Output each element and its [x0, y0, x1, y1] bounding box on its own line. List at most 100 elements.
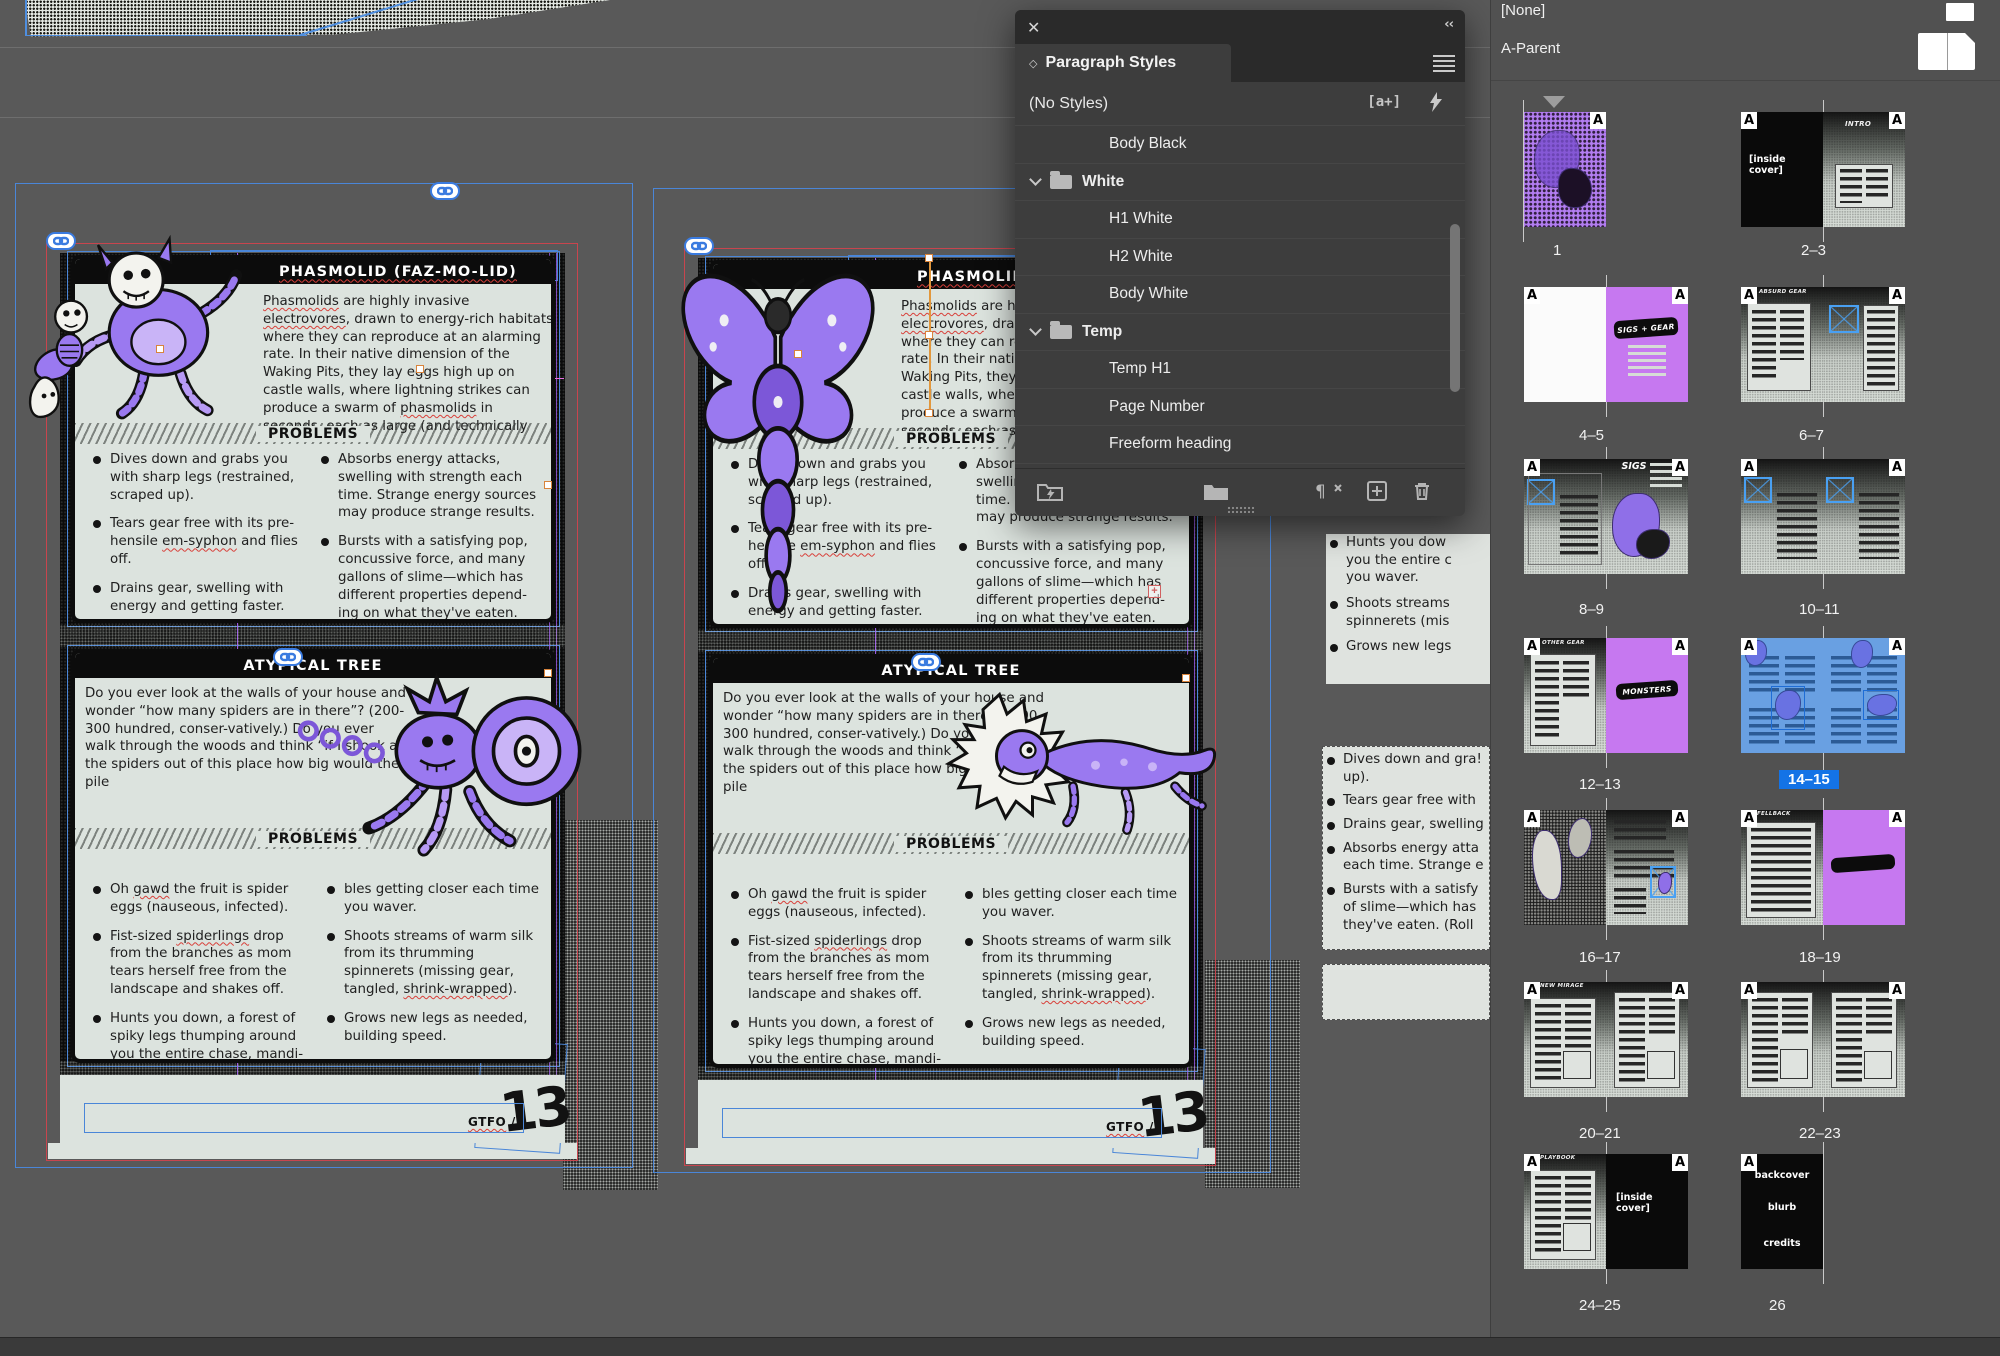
- thread-link-icon[interactable]: [46, 232, 76, 250]
- tree-problems-col-right[interactable]: bles getting closer each time you waver.…: [327, 881, 545, 1057]
- pasteboard-texture-object[interactable]: [25, 0, 610, 48]
- collapse-panel-icon[interactable]: ‹‹: [1444, 17, 1453, 32]
- thread-link-icon[interactable]: [911, 653, 941, 671]
- style-row-h2-white[interactable]: H2 White: [1015, 239, 1465, 277]
- chevron-down-icon[interactable]: [1029, 173, 1042, 186]
- page-bleed: [48, 1143, 577, 1159]
- panel-scrollbar[interactable]: [1450, 224, 1460, 392]
- selection-handle[interactable]: [1182, 674, 1190, 682]
- panel-resize-grip[interactable]: [1227, 506, 1255, 513]
- footer-text-frame[interactable]: [722, 1108, 1162, 1138]
- tab-paragraph-styles[interactable]: ◇ Paragraph Styles: [1015, 44, 1231, 82]
- selection-handle[interactable]: [544, 669, 552, 677]
- footer-text-frame[interactable]: [84, 1103, 524, 1133]
- lightning-icon[interactable]: [1429, 92, 1443, 117]
- clear-overrides-icon[interactable]: ¶: [1315, 481, 1345, 506]
- selection-handle[interactable]: [156, 345, 164, 353]
- selection-handle[interactable]: [925, 254, 933, 262]
- page-thumb-19[interactable]: A: [1823, 810, 1905, 925]
- page-thumb-23[interactable]: A: [1823, 982, 1905, 1097]
- panel-divider: [1491, 80, 2000, 81]
- style-row-freeform-heading[interactable]: Freeform heading: [1015, 426, 1465, 464]
- page-thumb-12[interactable]: A OTHER GEAR: [1524, 638, 1606, 753]
- style-row-body-black[interactable]: Body Black: [1015, 126, 1465, 164]
- page-thumb-7[interactable]: A: [1823, 287, 1905, 402]
- selected-page-label[interactable]: 14–15: [1779, 770, 1839, 789]
- page-thumb-6[interactable]: A ABSURD GEAR: [1741, 287, 1823, 402]
- paragraph-styles-panel[interactable]: ✕ ‹‹ ◇ Paragraph Styles (No Styles) [a+]…: [1015, 10, 1465, 516]
- master-a-parent[interactable]: A-Parent: [1501, 40, 1560, 57]
- page-thumb-1[interactable]: A: [1524, 112, 1606, 227]
- spread-icon[interactable]: [1918, 33, 1975, 70]
- page-thumb-8[interactable]: A: [1524, 459, 1606, 574]
- thread-link-icon[interactable]: [430, 182, 460, 200]
- page-thumb-5[interactable]: A SIGS + GEAR: [1606, 287, 1688, 402]
- spider-tree-illustration: [290, 640, 620, 875]
- page-thumb-20[interactable]: A NEW MIRAGE: [1524, 982, 1606, 1097]
- thread-link-icon[interactable]: [684, 237, 714, 255]
- page-thumb-18[interactable]: A FELLBACK: [1741, 810, 1823, 925]
- delete-style-icon[interactable]: [1413, 481, 1431, 506]
- chevron-down-icon[interactable]: [1029, 323, 1042, 336]
- selection-handle[interactable]: [794, 350, 802, 358]
- page-thumb-25[interactable]: A [inside cover]: [1606, 1154, 1688, 1269]
- page-thumb-24[interactable]: A PLAYBOOK: [1524, 1154, 1606, 1269]
- spread-partial-right[interactable]: e fr ide ror Hunts you dow you the entir…: [1318, 430, 1490, 1050]
- style-group-white[interactable]: White: [1015, 164, 1465, 202]
- spread-page-13-left[interactable]: PHASMOLID (FAZ-MO-LID) Phasmolids are hi…: [10, 180, 650, 1210]
- thread-link-icon[interactable]: [273, 648, 303, 666]
- selection-handle[interactable]: [925, 331, 933, 339]
- style-group-temp[interactable]: Temp: [1015, 314, 1465, 352]
- problems-col-right[interactable]: Absorbs energy attacks, swelling with st…: [321, 451, 545, 623]
- page-thumb-21[interactable]: A: [1606, 982, 1688, 1097]
- selection-handle[interactable]: [416, 365, 424, 373]
- selection-handle[interactable]: [544, 481, 552, 489]
- styles-list: Body Black White H1 White H2 White Body …: [1015, 126, 1465, 464]
- overset-text-marker[interactable]: +: [1148, 585, 1161, 598]
- redefine-style-icon[interactable]: [a+]: [1367, 94, 1401, 110]
- panel-cycle-icon: ◇: [1029, 57, 1037, 70]
- close-icon[interactable]: ✕: [1027, 18, 1040, 37]
- target-page-triangle: [1543, 96, 1565, 108]
- page-thumb-11[interactable]: A: [1823, 459, 1905, 574]
- style-row-temp-h1[interactable]: Temp H1: [1015, 351, 1465, 389]
- page-thumb-26[interactable]: A backcover blurb credits: [1741, 1154, 1823, 1269]
- master-none[interactable]: [None]: [1501, 2, 1545, 19]
- tree-problems-col-left[interactable]: Oh gawd the fruit is spider eggs (nauseo…: [93, 881, 315, 1063]
- style-row-body-white[interactable]: Body White: [1015, 276, 1465, 314]
- panel-menu-icon[interactable]: [1433, 52, 1455, 72]
- grain-gap: [698, 630, 1203, 652]
- grain-gap: [698, 1066, 1203, 1080]
- page-thumb-10[interactable]: A: [1741, 459, 1823, 574]
- page-thumb-4[interactable]: A: [1524, 287, 1606, 402]
- page-bleed: [686, 1148, 1215, 1164]
- phasmolid-intro[interactable]: Phasmolids are highly invasive electrovo…: [263, 293, 555, 436]
- new-style-group-icon[interactable]: [1203, 481, 1229, 506]
- style-row-page-number[interactable]: Page Number: [1015, 389, 1465, 427]
- page-thumb-2[interactable]: A [inside cover]: [1741, 112, 1823, 227]
- page-footer: GTFO / 13: [60, 1075, 565, 1143]
- page-thumb-3[interactable]: A INTRO: [1823, 112, 1905, 227]
- page-thumb-16[interactable]: A: [1524, 810, 1606, 925]
- partial-dashed-frame-2[interactable]: [1322, 964, 1490, 1020]
- single-page-icon[interactable]: [1946, 3, 1974, 21]
- tree-problems-col-right[interactable]: bles getting closer each time you waver.…: [965, 886, 1183, 1062]
- style-group-from-styles-icon[interactable]: [1037, 481, 1063, 506]
- phasmolid-moth-illustration: [673, 258, 883, 618]
- page-thumb-14[interactable]: A: [1741, 638, 1823, 753]
- page-thumb-17[interactable]: A: [1606, 810, 1688, 925]
- partial-text-frame[interactable]: Hunts you dow you the entire c you waver…: [1326, 534, 1490, 684]
- selection-handle[interactable]: [925, 409, 933, 417]
- panel-title: Paragraph Styles: [1045, 54, 1176, 72]
- tree-problems-col-left[interactable]: Oh gawd the fruit is spider eggs (nauseo…: [731, 886, 953, 1068]
- page-thumb-9[interactable]: A SIGS: [1606, 459, 1688, 574]
- page-thumb-15[interactable]: A: [1823, 638, 1905, 753]
- create-new-style-icon[interactable]: [1367, 481, 1387, 506]
- page-number: 13: [1135, 1084, 1210, 1146]
- partial-dashed-frame[interactable]: Dives down and gra! up). Tears gear free…: [1322, 746, 1490, 950]
- style-row-h1-white[interactable]: H1 White: [1015, 201, 1465, 239]
- page-thumb-13[interactable]: A MONSTERS: [1606, 638, 1688, 753]
- pages-panel[interactable]: [None] A-Parent A 1 A [inside cover]: [1490, 0, 2000, 1356]
- page-thumb-22[interactable]: A: [1741, 982, 1823, 1097]
- problems-col-left[interactable]: Dives down and grabs you with sharp legs…: [93, 451, 305, 623]
